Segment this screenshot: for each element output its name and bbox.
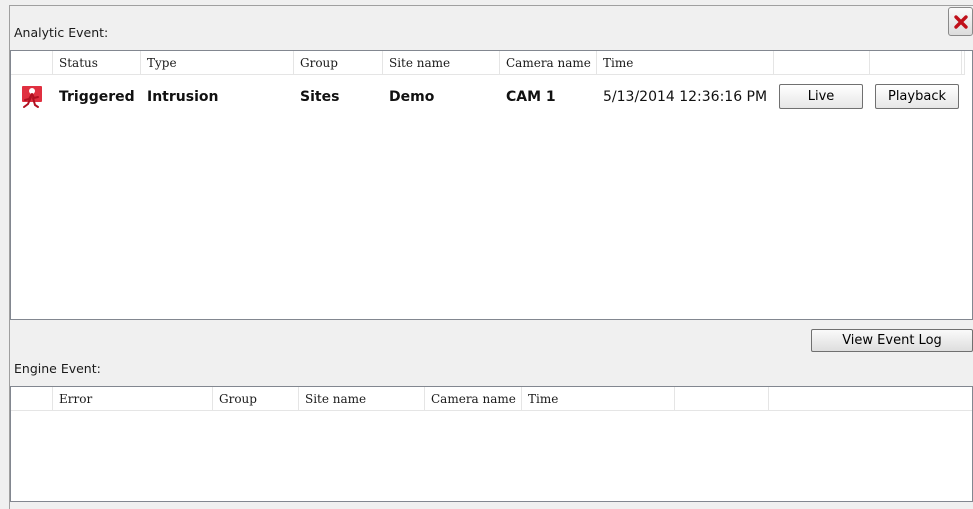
analytic-event-table[interactable]: Status Type Group Site name Camera name … [10, 50, 973, 320]
analytic-table-header: Status Type Group Site name Camera name … [11, 51, 972, 75]
camera-name-cell: CAM 1 [506, 89, 556, 105]
playback-button[interactable]: Playback [875, 84, 959, 109]
time-cell: 5/13/2014 12:36:16 PM [603, 89, 768, 105]
engine-col-head-extra-1 [675, 387, 769, 411]
engine-event-table[interactable]: Error Group Site name Camera name Time [10, 386, 973, 502]
close-button[interactable] [948, 7, 973, 36]
table-row[interactable]: Triggered Intrusion Sites Demo CAM 1 5/1… [11, 79, 972, 115]
close-icon [953, 14, 968, 29]
col-head-site-name[interactable]: Site name [383, 51, 500, 75]
col-head-type[interactable]: Type [141, 51, 294, 75]
col-head-live [774, 51, 870, 75]
site-name-cell: Demo [389, 89, 435, 105]
engine-col-head-site-name[interactable]: Site name [299, 387, 425, 411]
group-cell: Sites [300, 89, 340, 105]
col-head-camera-name[interactable]: Camera name [500, 51, 597, 75]
engine-col-head-error[interactable]: Error [53, 387, 213, 411]
col-head-blank [11, 51, 53, 75]
analytic-event-label: Analytic Event: [14, 25, 109, 40]
engine-table-header: Error Group Site name Camera name Time [11, 387, 972, 411]
col-head-playback [870, 51, 962, 75]
col-head-status[interactable]: Status [53, 51, 141, 75]
status-cell: Triggered [59, 89, 135, 105]
header-scroll-stub [964, 51, 972, 75]
engine-col-head-time[interactable]: Time [522, 387, 675, 411]
type-cell: Intrusion [147, 89, 219, 105]
engine-col-head-camera-name[interactable]: Camera name [425, 387, 522, 411]
col-head-group[interactable]: Group [294, 51, 383, 75]
intrusion-alarm-icon [22, 86, 42, 108]
col-head-time[interactable]: Time [597, 51, 774, 75]
live-button[interactable]: Live [779, 84, 863, 109]
view-event-log-button[interactable]: View Event Log [811, 329, 973, 352]
engine-col-head-extra-2 [769, 387, 972, 411]
engine-col-head-group[interactable]: Group [213, 387, 299, 411]
engine-col-head-blank [11, 387, 53, 411]
engine-event-label: Engine Event: [14, 361, 101, 376]
